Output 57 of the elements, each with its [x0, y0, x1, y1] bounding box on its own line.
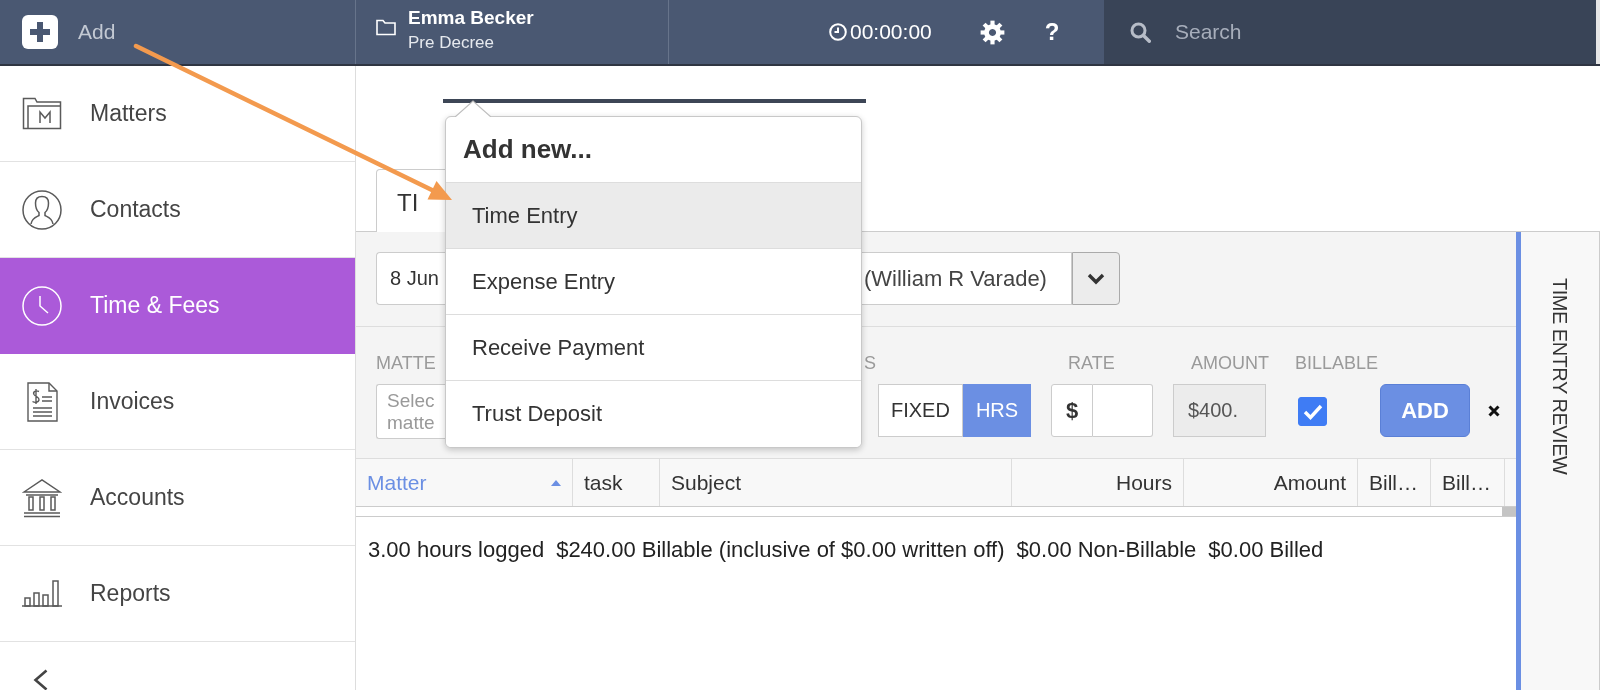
clock-icon — [22, 285, 62, 326]
field-label: AMOUNT — [1190, 352, 1269, 374]
dropdown-button[interactable] — [1072, 252, 1120, 305]
add-button[interactable]: Add — [22, 15, 116, 49]
field-label: BILLABLE — [1295, 352, 1379, 374]
summary-text: $240.00 Billable (inclusive of $0.00 written off) — [556, 537, 1005, 563]
timer-text: 00:00:00 — [850, 20, 932, 44]
menu-item[interactable]: Trust Deposit — [446, 381, 861, 447]
billable-checkbox[interactable] — [1298, 397, 1327, 426]
sidebar-item[interactable]: Matters — [0, 66, 355, 162]
date-field[interactable]: 8 Jun — [376, 252, 445, 305]
currency-symbol: $ — [1051, 384, 1093, 437]
user-select[interactable]: (William R Varade) — [862, 252, 1072, 305]
clock-icon — [829, 23, 847, 41]
chevron-left-icon[interactable] — [33, 669, 48, 690]
field-label: RATE — [1067, 352, 1115, 374]
settings-icon[interactable] — [979, 19, 1005, 45]
column-header[interactable]: Bill… — [1431, 459, 1505, 506]
menu-item[interactable]: Receive Payment — [446, 315, 861, 381]
horizontal-scrollbar[interactable] — [356, 507, 1516, 517]
plus-icon — [22, 15, 58, 49]
menu-item[interactable]: Expense Entry — [446, 249, 861, 315]
summary-text: 3.00 hours logged — [368, 537, 545, 563]
matter-field[interactable]: Selec matte — [376, 384, 445, 439]
chevron-down-icon — [1087, 272, 1105, 285]
summary-text: $0.00 Billed — [1208, 537, 1324, 563]
sidebar-item[interactable]: Reports — [0, 546, 355, 642]
bank-icon — [22, 477, 62, 518]
folder-icon — [376, 19, 396, 36]
sort-ascending-icon — [551, 479, 561, 486]
help-button[interactable]: ? — [1044, 18, 1060, 46]
sidebar-item[interactable]: Accounts — [0, 450, 355, 546]
invoice-icon — [26, 381, 58, 422]
rate-input[interactable] — [1093, 384, 1153, 437]
summary-text: $0.00 Non-Billable — [1016, 537, 1197, 563]
bar-chart-icon — [22, 580, 62, 607]
checkmark-icon — [1302, 403, 1323, 420]
client-status: Pre Decree — [408, 32, 495, 54]
field-label: S — [863, 352, 876, 374]
sidebar-item[interactable]: Time & Fees — [0, 258, 355, 354]
search-field[interactable]: Search — [1175, 20, 1475, 44]
mode-toggle[interactable]: FIXED — [878, 384, 963, 437]
search-icon[interactable] — [1130, 21, 1151, 43]
column-header[interactable]: Bill… — [1358, 459, 1431, 506]
tab[interactable]: TI — [376, 169, 446, 232]
menu-item[interactable]: Time Entry — [446, 183, 861, 249]
client-name: Emma Becker — [408, 6, 534, 30]
column-header[interactable]: task — [573, 459, 660, 506]
close-icon[interactable] — [1488, 405, 1500, 417]
column-header[interactable]: Hours — [1012, 459, 1184, 506]
user-icon — [22, 189, 62, 230]
column-header[interactable]: Subject — [660, 459, 1012, 506]
panel-title[interactable]: TIME ENTRY REVIEW — [1549, 278, 1571, 475]
sidebar-item[interactable]: Invoices — [0, 354, 355, 450]
field-label: MATTE — [376, 352, 436, 374]
folder-icon — [22, 97, 62, 130]
column-header[interactable]: Amount — [1184, 459, 1358, 506]
